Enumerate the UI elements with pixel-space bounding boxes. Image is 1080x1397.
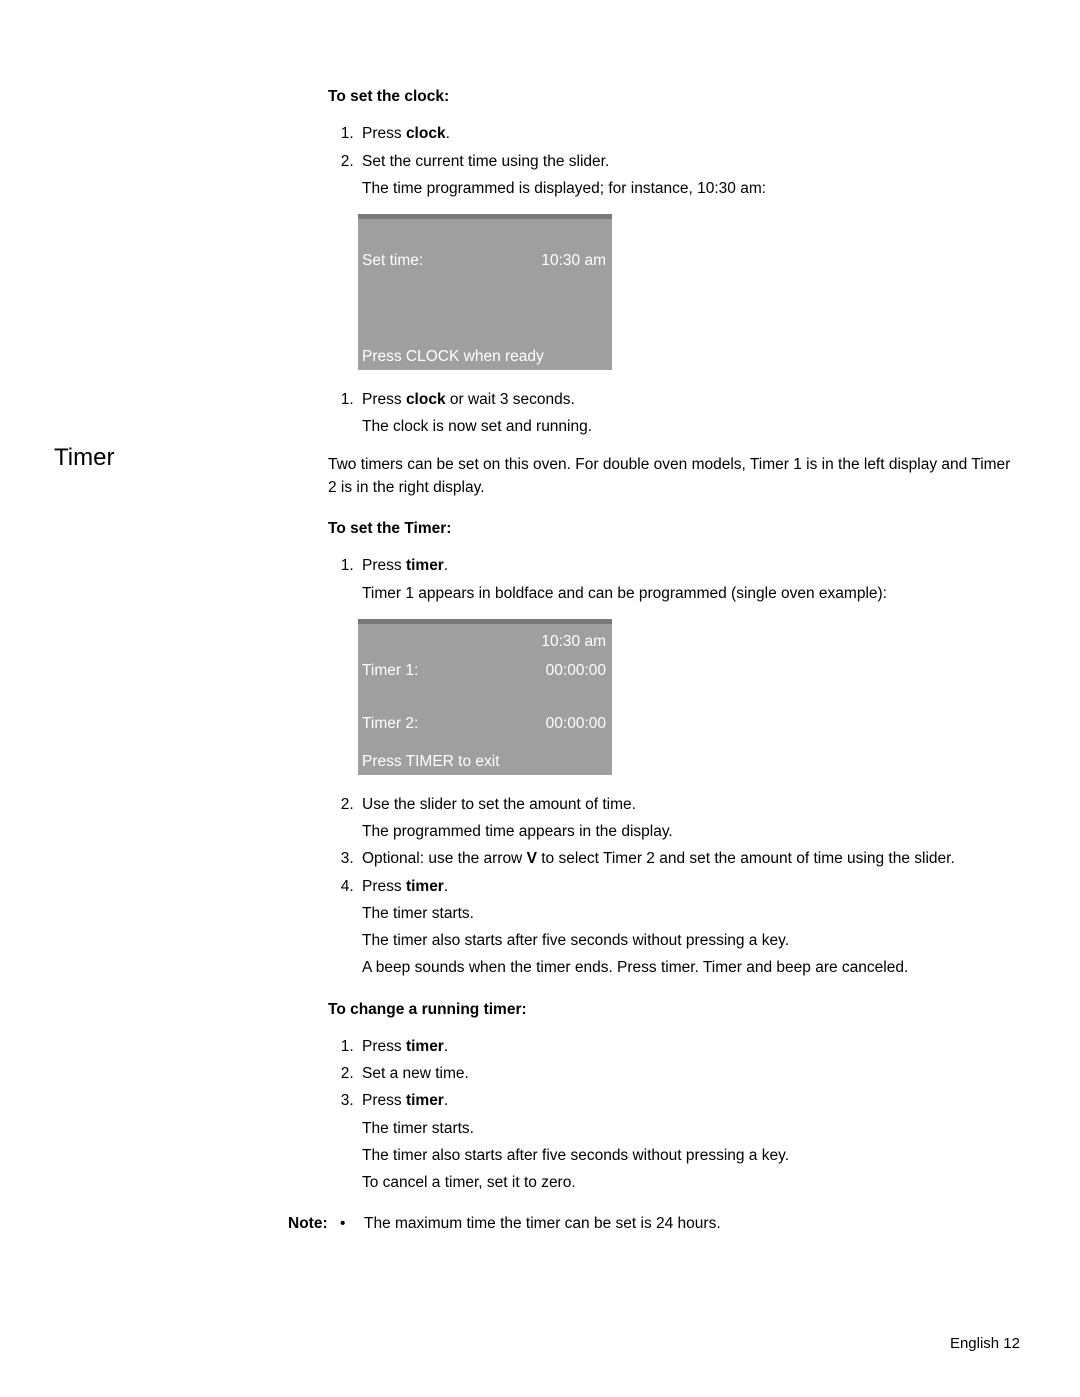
main-content: To set the clock: Press clock. Set the c… — [328, 85, 1018, 439]
note-text: The maximum time the timer can be set is… — [364, 1212, 721, 1235]
note-bullet: • — [340, 1212, 364, 1235]
display-value: 10:30 am — [541, 249, 606, 272]
change-timer-heading: To change a running timer: — [328, 998, 1018, 1021]
list-item: Set a new time. — [358, 1062, 1018, 1085]
list-item: Optional: use the arrow V to select Time… — [358, 847, 1018, 870]
list-item: Press timer. The timer starts. The timer… — [358, 875, 1018, 980]
list-item: Press timer. — [358, 1035, 1018, 1058]
timer-intro: Two timers can be set on this oven. For … — [328, 453, 1018, 500]
list-item: Press timer. Timer 1 appears in boldface… — [358, 554, 1018, 605]
timer-steps-b: Use the slider to set the amount of time… — [328, 793, 1018, 980]
section-title-timer: Timer — [54, 440, 314, 476]
display-timer1-label: Timer 1: — [362, 659, 418, 682]
display-prompt: Press TIMER to exit — [362, 750, 500, 773]
list-item: Press timer. The timer starts. The timer… — [358, 1089, 1018, 1194]
timer-display: 10:30 am Timer 1: 00:00:00 Timer 2: 00:0… — [358, 619, 612, 775]
timer-steps-a: Press timer. Timer 1 appears in boldface… — [328, 554, 1018, 605]
page-footer: English 12 — [950, 1333, 1020, 1356]
list-item: Use the slider to set the amount of time… — [358, 793, 1018, 844]
note-row: Note: • The maximum time the timer can b… — [288, 1212, 1018, 1235]
display-timer2-label: Timer 2: — [362, 712, 418, 735]
timer-content: Two timers can be set on this oven. For … — [328, 453, 1018, 1236]
display-timer2-value: 00:00:00 — [546, 712, 606, 735]
timer-heading: To set the Timer: — [328, 517, 1018, 540]
clock-heading: To set the clock: — [328, 85, 1018, 108]
document-page: To set the clock: Press clock. Set the c… — [0, 0, 1080, 1397]
change-timer-steps: Press timer. Set a new time. Press timer… — [328, 1035, 1018, 1195]
display-prompt: Press CLOCK when ready — [362, 345, 544, 368]
clock-steps-b: Press clock or wait 3 seconds. The clock… — [328, 388, 1018, 439]
clock-display: Set time: 10:30 am Press CLOCK when read… — [358, 214, 612, 370]
clock-steps-a: Press clock. Set the current time using … — [328, 122, 1018, 200]
display-clock: 10:30 am — [358, 624, 612, 659]
display-timer1-value: 00:00:00 — [546, 659, 606, 682]
list-item: Press clock. — [358, 122, 1018, 145]
list-item: Press clock or wait 3 seconds. The clock… — [358, 388, 1018, 439]
display-label: Set time: — [362, 249, 423, 272]
list-item: Set the current time using the slider. T… — [358, 150, 1018, 201]
note-label: Note: — [288, 1212, 340, 1235]
